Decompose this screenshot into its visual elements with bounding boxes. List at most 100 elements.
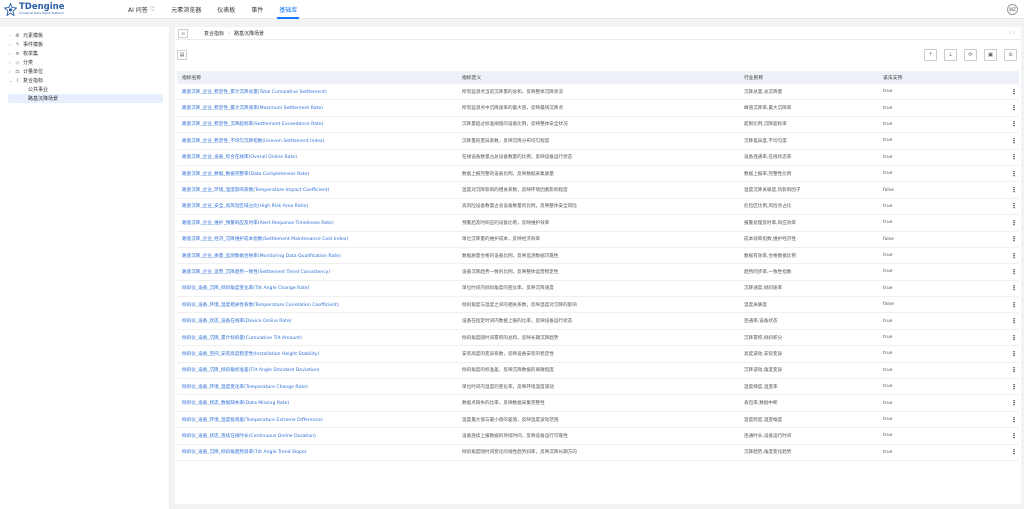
table-row[interactable]: 倾斜仪_设备_空间_安装高度稳定性(Installation Height St… (177, 346, 1019, 363)
more-actions-icon[interactable]: ⋮ (1009, 235, 1019, 243)
indicator-name-link[interactable]: 倾斜仪_设备_状态_数据缺失率(Data Missing Rate) (177, 400, 462, 406)
more-actions-icon[interactable]: ⋮ (1009, 120, 1019, 128)
sidebar-item-enum[interactable]: › ≡ 枚举集 (0, 49, 169, 58)
indicator-name-link[interactable]: 路基沉降_企业_维护_预警响应及时率(Alert Response Timeli… (177, 220, 462, 226)
table-row[interactable]: 路基沉降_企业_维护_预警响应及时率(Alert Response Timeli… (177, 215, 1019, 232)
sidebar-item-unit[interactable]: › ⚖ 计量单位 (0, 67, 169, 76)
indicator-name-link[interactable]: 路基沉降_企业_稳定性_最大沉降速率(Maximum Settlement Ra… (177, 105, 462, 111)
more-actions-icon[interactable]: ⋮ (1009, 350, 1019, 358)
avatar[interactable]: WZ (1007, 4, 1018, 15)
document-icon[interactable]: ▤ (177, 50, 187, 60)
table-row[interactable]: 倾斜仪_设备_环境_温度相关性系数(Temperature Correlatio… (177, 297, 1019, 314)
indicator-name-link[interactable]: 路基沉降_企业_安全_高风险区域占比(High Risk Area Ratio) (177, 203, 462, 209)
more-actions-icon[interactable]: ⋮ (1009, 88, 1019, 96)
indicator-definition: 设备在指定时间内数据上报的比率，反映设备运行状态 (462, 319, 573, 325)
indicator-name-link[interactable]: 路基沉降_企业_稳定性_累计沉降总量(Total Cumulative Sett… (177, 89, 462, 95)
indicator-name-link[interactable]: 路基沉降_企业_稳定性_沉降超标率(Settlement Exceedance … (177, 121, 462, 127)
sidebar-item-element-template[interactable]: › ⚙ 元素模板 (0, 31, 169, 40)
indicator-name-link[interactable]: 路基沉降_企业_质量_监测数据合格率(Monitoring Data Quali… (177, 253, 462, 259)
logo[interactable]: TDengine Industrial Data Mgmt Platform (0, 1, 120, 17)
table-row[interactable]: 倾斜仪_设备_状态_连续在线时长(Continuous Online Durat… (177, 428, 1019, 445)
nav-dashboard[interactable]: 仪表板 (209, 0, 243, 19)
column-header-support[interactable]: 该法支持 (883, 74, 1009, 81)
indicator-name-link[interactable]: 倾斜仪_设备_沉降_累计倾斜量(Cumulative Tilt Amount) (177, 335, 462, 341)
indicator-name-link[interactable]: 路基沉降_企业_稳定性_不均匀沉降指数(Uneven Settlement In… (177, 138, 462, 144)
column-header-name[interactable]: 指标名称 (177, 74, 462, 81)
table-row[interactable]: 倾斜仪_设备_沉降_倾斜角标准差(Tilt Angle Standard Dev… (177, 363, 1019, 380)
indicator-name-link[interactable]: 路基沉降_企业_环境_温度影响系数(Temperature Impact Coe… (177, 187, 462, 193)
more-actions-icon[interactable]: ⋮ (1009, 317, 1019, 325)
more-actions-icon[interactable]: ⋮ (1009, 170, 1019, 178)
indicator-name-link[interactable]: 倾斜仪_设备_沉降_倾斜角趋势斜率(Tilt Angle Trend Slope… (177, 449, 462, 455)
settings-button[interactable]: ⊙ (1004, 49, 1017, 61)
table-row[interactable]: 倾斜仪_设备_沉降_倾斜角趋势斜率(Tilt Angle Trend Slope… (177, 445, 1019, 461)
table-row[interactable]: 路基沉降_企业_稳定性_不均匀沉降指数(Uneven Settlement In… (177, 133, 1019, 150)
table-row[interactable]: 倾斜仪_设备_环境_温度变化率(Temperature Change Rate)… (177, 379, 1019, 396)
table-row[interactable]: 路基沉降_企业_设备_综合在线率(Overall Online Rate) 在线设… (177, 150, 1019, 166)
indicator-name-link[interactable]: 路基沉降_企业_数据_数据完整率(Data Completeness Rate) (177, 171, 462, 177)
nav-library[interactable]: 基础库 (271, 0, 305, 19)
more-actions-icon[interactable]: ⋮ (1009, 284, 1019, 292)
upload-button[interactable]: ⇡ (924, 49, 937, 61)
more-actions-icon[interactable]: ⋮ (1009, 137, 1019, 145)
sidebar-item-public-utility[interactable]: 公共事业 (0, 85, 169, 94)
column-header-alias[interactable]: 行业别称 (744, 74, 883, 81)
table-row[interactable]: 倾斜仪_设备_沉降_倾斜角度变化率(Tilt Angle Change Rate… (177, 281, 1019, 298)
more-actions-icon[interactable]: ⋮ (1009, 432, 1019, 440)
table-row[interactable]: 路基沉降_企业_稳定性_最大沉降速率(Maximum Settlement Ra… (177, 100, 1019, 117)
indicator-name-link[interactable]: 路基沉降_企业_经济_沉降维护成本指数(Settlement Maintenan… (177, 236, 462, 242)
more-actions-icon[interactable]: ⋮ (1009, 104, 1019, 112)
table-row[interactable]: 路基沉降_企业_运营_沉降趋势一致性(Settlement Trend Cons… (177, 264, 1019, 281)
save-button[interactable]: ▣ (984, 49, 997, 61)
more-actions-icon[interactable]: ⋮ (1009, 448, 1019, 456)
table-row[interactable]: 路基沉降_企业_质量_监测数据合格率(Monitoring Data Quali… (177, 248, 1019, 265)
table-row[interactable]: 路基沉降_企业_稳定性_累计沉降总量(Total Cumulative Sett… (177, 84, 1019, 101)
more-actions-icon[interactable]: ⋮ (1009, 268, 1019, 276)
table-row[interactable]: 路基沉降_企业_环境_温度影响系数(Temperature Impact Coe… (177, 182, 1019, 199)
table-row[interactable]: 倾斜仪_设备_状态_设备在线率(Device Online Rate) 设备在指定… (177, 313, 1019, 330)
collapse-sidebar-icon[interactable]: ⊟ (178, 28, 188, 38)
indicator-name-link[interactable]: 倾斜仪_设备_环境_温度极值差(Temperature Extreme Diff… (177, 417, 462, 423)
table-row[interactable]: 路基沉降_企业_安全_高风险区域占比(High Risk Area Ratio)… (177, 199, 1019, 216)
sidebar-item-subgrade-settlement[interactable]: 路基沉降场景 (8, 94, 163, 103)
scroll-arrows-icon[interactable]: ‹ › (1009, 30, 1015, 36)
more-actions-icon[interactable]: ⋮ (1009, 252, 1019, 260)
nav-events[interactable]: 事件 (243, 0, 271, 19)
indicator-name-link[interactable]: 路基沉降_企业_运营_沉降趋势一致性(Settlement Trend Cons… (177, 269, 462, 275)
indicator-name-link[interactable]: 倾斜仪_设备_状态_设备在线率(Device Online Rate) (177, 318, 462, 324)
table-row[interactable]: 路基沉降_企业_稳定性_沉降超标率(Settlement Exceedance … (177, 117, 1019, 134)
more-actions-icon[interactable]: ⋮ (1009, 186, 1019, 194)
more-actions-icon[interactable]: ⋮ (1009, 383, 1019, 391)
indicator-name-link[interactable]: 倾斜仪_设备_沉降_倾斜角标准差(Tilt Angle Standard Dev… (177, 367, 462, 373)
more-actions-icon[interactable]: ⋮ (1009, 334, 1019, 342)
refresh-button[interactable]: ⟳ (964, 49, 977, 61)
more-actions-icon[interactable]: ⋮ (1009, 416, 1019, 424)
indicator-name-link[interactable]: 倾斜仪_设备_空间_安装高度稳定性(Installation Height St… (177, 351, 462, 357)
table-row[interactable]: 路基沉降_企业_数据_数据完整率(Data Completeness Rate)… (177, 166, 1019, 183)
more-actions-icon[interactable]: ⋮ (1009, 153, 1019, 161)
table-row[interactable]: 倾斜仪_设备_沉降_累计倾斜量(Cumulative Tilt Amount) 倾… (177, 330, 1019, 347)
download-button[interactable]: ⇣ (944, 49, 957, 61)
table-row[interactable]: 倾斜仪_设备_状态_数据缺失率(Data Missing Rate) 数据点缺失的… (177, 395, 1019, 412)
sidebar-item-category[interactable]: › ◇ 分类 (0, 58, 169, 67)
nav-element-browser[interactable]: 元素浏览器 (163, 0, 209, 19)
indicator-name-link[interactable]: 路基沉降_企业_设备_综合在线率(Overall Online Rate) (177, 154, 462, 160)
more-actions-icon[interactable]: ⋮ (1009, 301, 1019, 309)
indicator-support: true (883, 154, 893, 160)
table-row[interactable]: 路基沉降_企业_经济_沉降维护成本指数(Settlement Maintenan… (177, 232, 1019, 248)
nav-ai-qa[interactable]: AI 问答 ♡ (120, 0, 163, 19)
sidebar-item-event-template[interactable]: › ϟ 事件模板 (0, 40, 169, 49)
indicator-name-link[interactable]: 倾斜仪_设备_环境_温度变化率(Temperature Change Rate) (177, 384, 462, 390)
breadcrumb-parent[interactable]: 复合指标 (204, 30, 224, 37)
more-actions-icon[interactable]: ⋮ (1009, 219, 1019, 227)
sidebar-item-composite[interactable]: ⌄ ⌇ 复合指标 (0, 76, 169, 85)
indicator-name-link[interactable]: 倾斜仪_设备_环境_温度相关性系数(Temperature Correlatio… (177, 302, 462, 308)
more-actions-icon[interactable]: ⋮ (1009, 202, 1019, 210)
more-actions-icon[interactable]: ⋮ (1009, 366, 1019, 374)
indicator-name-link[interactable]: 倾斜仪_设备_沉降_倾斜角度变化率(Tilt Angle Change Rate… (177, 285, 462, 291)
table-row[interactable]: 倾斜仪_设备_环境_温度极值差(Temperature Extreme Diff… (177, 412, 1019, 429)
indicator-name-link[interactable]: 倾斜仪_设备_状态_连续在线时长(Continuous Online Durat… (177, 433, 462, 439)
more-actions-icon[interactable]: ⋮ (1009, 399, 1019, 407)
main-panel: ⊟ 复合指标 › 路基沉降场景 ‹ › ▤ ⇡ ⇣ ⟳ ▣ ⊙ 指标名称 指标定… (175, 27, 1021, 504)
column-header-definition[interactable]: 指标定义 (462, 74, 744, 81)
